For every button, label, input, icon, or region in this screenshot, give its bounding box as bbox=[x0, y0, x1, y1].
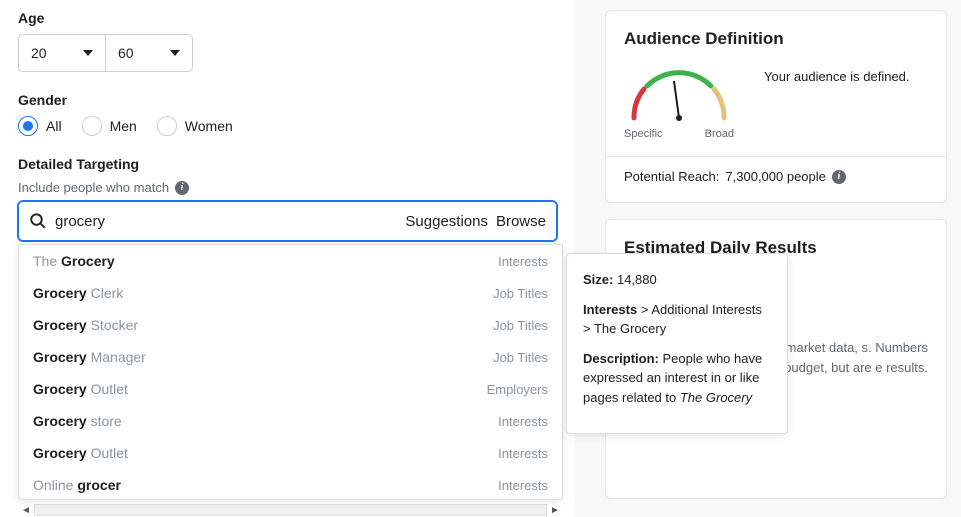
age-max-select[interactable]: 60 bbox=[105, 34, 193, 72]
dropdown-item-name: Grocery Outlet bbox=[33, 445, 128, 461]
dropdown-item[interactable]: Grocery Outlet Employers bbox=[19, 373, 562, 405]
age-min-select[interactable]: 20 bbox=[18, 34, 106, 72]
dropdown-item[interactable]: Grocery Manager Job Titles bbox=[19, 341, 562, 373]
gender-option-label: Men bbox=[110, 118, 137, 134]
gender-option-women[interactable]: Women bbox=[157, 116, 233, 136]
scroll-track[interactable] bbox=[34, 504, 547, 516]
dropdown-item-category: Interests bbox=[498, 414, 548, 429]
targeting-search-wrap[interactable]: Suggestions Browse bbox=[18, 201, 557, 241]
dropdown-item-category: Interests bbox=[498, 478, 548, 493]
path-leaf: The Grocery bbox=[594, 321, 666, 336]
dropdown-item[interactable]: Grocery Stocker Job Titles bbox=[19, 309, 562, 341]
audience-definition-card: Audience Definition Specific bbox=[605, 10, 947, 203]
gender-option-label: All bbox=[46, 118, 62, 134]
gauge-broad-label: Broad bbox=[705, 128, 734, 140]
info-icon[interactable]: i bbox=[175, 181, 189, 195]
dropdown-item-category: Interests bbox=[498, 446, 548, 461]
radio-icon bbox=[157, 116, 177, 136]
gauge-specific-label: Specific bbox=[624, 128, 663, 140]
path-sep: > bbox=[637, 302, 651, 317]
dropdown-item[interactable]: Online grocer Interests bbox=[19, 469, 562, 499]
dropdown-item-name: Grocery Stocker bbox=[33, 317, 138, 333]
age-label: Age bbox=[18, 10, 557, 26]
path-sep: > bbox=[583, 321, 594, 336]
gender-label: Gender bbox=[18, 92, 557, 108]
audience-gauge bbox=[624, 63, 734, 128]
targeting-label: Detailed Targeting bbox=[18, 156, 557, 172]
dropdown-item-category: Job Titles bbox=[493, 318, 548, 333]
gender-option-label: Women bbox=[185, 118, 233, 134]
targeting-sublabel: Include people who match bbox=[18, 180, 169, 195]
dropdown-item[interactable]: Grocery Outlet Interests bbox=[19, 437, 562, 469]
dropdown-item[interactable]: Grocery Clerk Job Titles bbox=[19, 277, 562, 309]
radio-icon bbox=[82, 116, 102, 136]
suggestions-link[interactable]: Suggestions bbox=[405, 213, 488, 230]
dropdown-item-category: Job Titles bbox=[493, 350, 548, 365]
audience-status: Your audience is defined. bbox=[764, 69, 910, 84]
horizontal-scrollbar[interactable]: ◄ ► bbox=[18, 503, 563, 517]
path-root: Interests bbox=[583, 302, 637, 317]
dropdown-item-category: Job Titles bbox=[493, 286, 548, 301]
dropdown-item-name: The Grocery bbox=[33, 253, 115, 269]
dropdown-item-name: Online grocer bbox=[33, 477, 121, 493]
path-mid: Additional Interests bbox=[651, 302, 762, 317]
audience-title: Audience Definition bbox=[624, 29, 928, 49]
dropdown-item[interactable]: Grocery store Interests bbox=[19, 405, 562, 437]
caret-down-icon bbox=[83, 50, 93, 56]
search-icon bbox=[29, 212, 47, 230]
dropdown-item-name: Grocery Clerk bbox=[33, 285, 123, 301]
targeting-search-input[interactable] bbox=[55, 213, 397, 230]
targeting-info-panel: Size: 14,880 Interests > Additional Inte… bbox=[566, 253, 788, 434]
age-min-value: 20 bbox=[31, 45, 47, 61]
size-label: Size: bbox=[583, 272, 613, 287]
info-icon[interactable]: i bbox=[832, 170, 846, 184]
dropdown-item-name: Grocery Outlet bbox=[33, 381, 128, 397]
dropdown-item[interactable]: The Grocery Interests bbox=[19, 245, 562, 277]
desc-italic: The Grocery bbox=[680, 390, 752, 405]
scroll-left-icon[interactable]: ◄ bbox=[18, 503, 34, 517]
gender-option-all[interactable]: All bbox=[18, 116, 62, 136]
dropdown-item-category: Interests bbox=[498, 254, 548, 269]
size-value: 14,880 bbox=[617, 272, 657, 287]
dropdown-item-name: Grocery store bbox=[33, 413, 122, 429]
desc-label: Description: bbox=[583, 351, 659, 366]
caret-down-icon bbox=[170, 50, 180, 56]
browse-link[interactable]: Browse bbox=[496, 213, 546, 230]
gender-option-men[interactable]: Men bbox=[82, 116, 137, 136]
dropdown-item-category: Employers bbox=[487, 382, 548, 397]
targeting-dropdown: The Grocery Interests Grocery Clerk Job Tit… bbox=[18, 244, 563, 500]
divider bbox=[606, 156, 946, 157]
reach-label: Potential Reach: bbox=[624, 169, 719, 184]
age-max-value: 60 bbox=[118, 45, 134, 61]
radio-icon bbox=[18, 116, 38, 136]
reach-value: 7,300,000 people bbox=[725, 169, 825, 184]
scroll-right-icon[interactable]: ► bbox=[547, 503, 563, 517]
dropdown-item-name: Grocery Manager bbox=[33, 349, 146, 365]
